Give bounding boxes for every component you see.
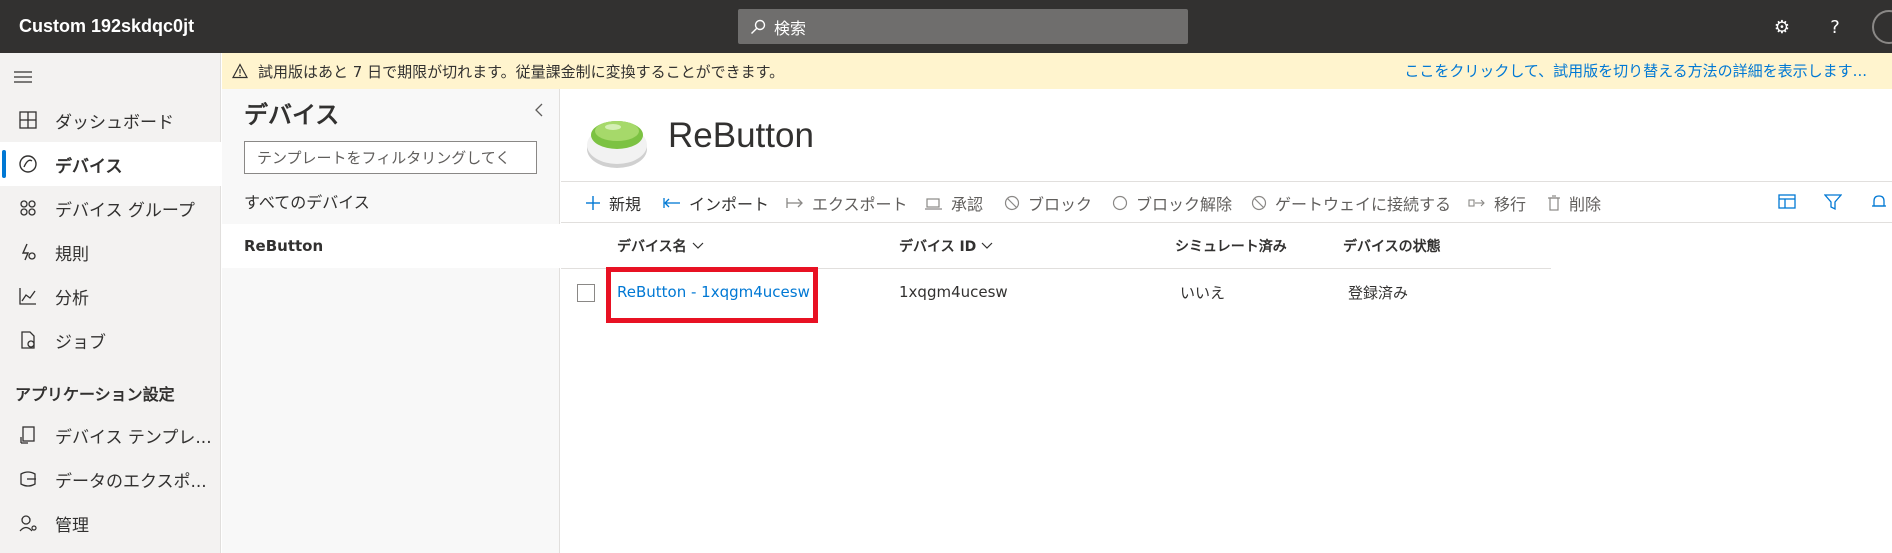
- nav-item-device-groups[interactable]: デバイス グループ: [0, 186, 221, 230]
- import-icon: [663, 197, 681, 209]
- chevron-down-icon: [981, 242, 993, 249]
- nav-section-app-settings: アプリケーション設定: [15, 385, 175, 404]
- search-box[interactable]: 検索: [738, 9, 1188, 44]
- unblock-icon: [1112, 195, 1128, 211]
- nav-item-label: 規則: [55, 244, 89, 265]
- nav-item-label: データのエクスポ...: [55, 471, 207, 492]
- import-button[interactable]: インポート: [663, 182, 769, 224]
- device-templates-icon: [0, 425, 55, 445]
- block-icon: [1004, 195, 1020, 211]
- rebutton-device-image: [587, 121, 647, 168]
- table-header: デバイス名 デバイス ID シミュレート済み デバイスの状態: [561, 223, 1551, 269]
- left-nav: ダッシュボード デバイス デバイス グループ 規則 分析 ジョブ アプリケーショ…: [0, 53, 221, 553]
- template-item-all-devices[interactable]: すべてのデバイス: [222, 179, 560, 223]
- banner-text: 試用版はあと 7 日で期限が切れます。従量課金制に変換することができます。: [258, 62, 785, 81]
- device-status-cell: 登録済み: [1348, 283, 1409, 302]
- chevron-left-icon[interactable]: [533, 103, 545, 117]
- top-bar: Custom 192skdqc0jt 検索 ⚙ ?: [0, 0, 1892, 53]
- rules-icon: [0, 242, 55, 262]
- device-template-title: ReButton: [668, 116, 814, 155]
- search-icon: [751, 19, 766, 34]
- nav-item-jobs[interactable]: ジョブ: [0, 318, 221, 362]
- plus-icon: [585, 195, 601, 211]
- trial-banner: 試用版はあと 7 日で期限が切れます。従量課金制に変換することができます。 ここ…: [222, 53, 1892, 89]
- migrate-icon: [1468, 197, 1486, 209]
- nav-item-analytics[interactable]: 分析: [0, 274, 221, 318]
- nav-item-rules[interactable]: 規則: [0, 230, 221, 274]
- nav-item-data-export[interactable]: データのエクスポ...: [0, 457, 221, 501]
- banner-link[interactable]: ここをクリックして、試用版を切り替える方法の詳細を表示します...: [1404, 53, 1867, 89]
- data-export-icon: [0, 469, 55, 489]
- warning-icon: [232, 63, 248, 79]
- template-item-label: すべてのデバイス: [244, 193, 370, 212]
- search-placeholder: 検索: [774, 18, 807, 38]
- hamburger-icon[interactable]: [14, 69, 34, 85]
- panel-title: デバイス: [244, 101, 340, 129]
- migrate-button[interactable]: 移行: [1468, 182, 1526, 224]
- device-template-panel: デバイス テンプレートをフィルタリングしてく すべてのデバイス ReButton: [222, 89, 560, 553]
- avatar[interactable]: [1872, 10, 1892, 44]
- chevron-down-icon: [692, 242, 704, 249]
- nav-item-dashboard[interactable]: ダッシュボード: [0, 98, 221, 142]
- nav-item-label: ダッシュボード: [55, 112, 174, 133]
- connect-gateway-button[interactable]: ゲートウェイに接続する: [1251, 182, 1451, 224]
- approve-button[interactable]: 承認: [925, 182, 983, 224]
- template-item-rebutton[interactable]: ReButton: [222, 224, 560, 268]
- new-button[interactable]: 新規: [585, 182, 641, 224]
- nav-item-label: デバイス テンプレ...: [55, 427, 212, 448]
- highlight-box: [606, 267, 818, 323]
- edit-columns-icon[interactable]: [1778, 193, 1798, 211]
- filter-placeholder: テンプレートをフィルタリングしてく: [257, 149, 511, 167]
- jobs-icon: [0, 330, 55, 350]
- nav-item-label: ジョブ: [55, 332, 106, 353]
- app-title[interactable]: Custom 192skdqc0jt: [19, 0, 194, 53]
- export-button[interactable]: エクスポート: [786, 182, 908, 224]
- devices-icon: [0, 154, 55, 174]
- filter-icon[interactable]: [1824, 193, 1842, 211]
- notifications-icon[interactable]: [1870, 193, 1888, 211]
- help-icon[interactable]: ?: [1822, 14, 1848, 40]
- delete-icon: [1547, 195, 1561, 211]
- main-content: ReButton 新規 インポート エクスポート 承認 ブロック ブロック解除: [561, 89, 1892, 553]
- nav-item-label: 分析: [55, 288, 89, 309]
- approve-icon: [925, 196, 943, 210]
- device-groups-icon: [0, 198, 55, 218]
- template-item-label: ReButton: [244, 237, 324, 255]
- nav-item-label: デバイス: [55, 156, 123, 177]
- column-header-simulated[interactable]: シミュレート済み: [1175, 223, 1287, 269]
- nav-item-label: 管理: [55, 515, 89, 536]
- block-button[interactable]: ブロック: [1004, 182, 1092, 224]
- template-filter-input[interactable]: テンプレートをフィルタリングしてく: [244, 141, 537, 174]
- simulated-cell: いいえ: [1180, 283, 1226, 302]
- dashboard-icon: [0, 110, 55, 130]
- nav-item-device-templates[interactable]: デバイス テンプレ...: [0, 413, 221, 457]
- unblock-button[interactable]: ブロック解除: [1112, 182, 1232, 224]
- nav-item-label: デバイス グループ: [55, 200, 195, 221]
- column-header-device-id[interactable]: デバイス ID: [899, 223, 994, 269]
- analytics-icon: [0, 286, 55, 306]
- row-checkbox[interactable]: [577, 284, 595, 302]
- device-id-cell: 1xqgm4ucesw: [899, 283, 1008, 301]
- gear-icon[interactable]: ⚙: [1769, 14, 1795, 40]
- column-header-device-status[interactable]: デバイスの状態: [1343, 223, 1441, 269]
- nav-item-administration[interactable]: 管理: [0, 501, 221, 545]
- column-header-device-name[interactable]: デバイス名: [617, 223, 705, 269]
- command-bar: 新規 インポート エクスポート 承認 ブロック ブロック解除 ゲートウェイに接続…: [561, 181, 1892, 223]
- export-icon: [786, 197, 804, 209]
- delete-button[interactable]: 削除: [1547, 182, 1601, 224]
- nav-item-devices[interactable]: デバイス: [0, 142, 221, 186]
- gateway-icon: [1251, 195, 1267, 211]
- administration-icon: [0, 513, 55, 533]
